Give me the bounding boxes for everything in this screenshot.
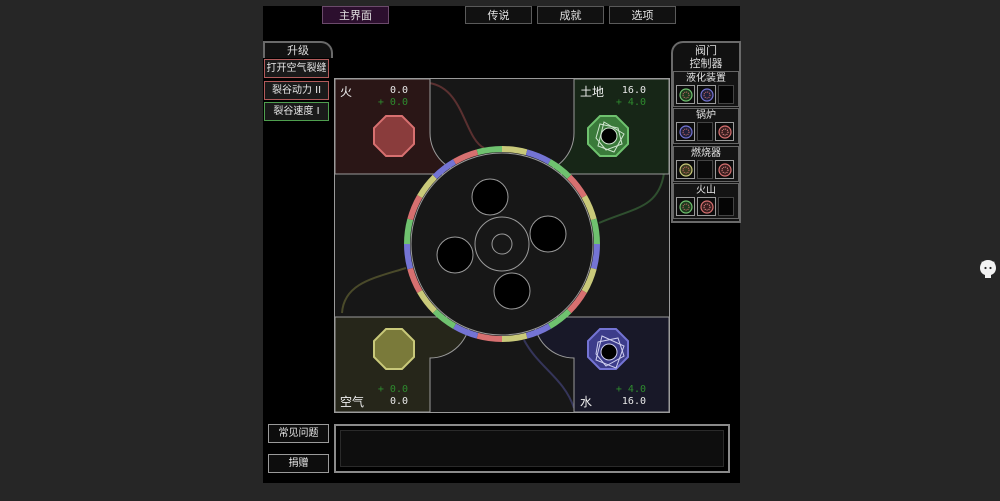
valve-burner: 燃烧器 xyxy=(673,146,739,182)
valve-liquefier: 液化装置 xyxy=(673,71,739,107)
valve-controller-header: 阀门 控制器 xyxy=(671,41,741,70)
valve-title-line1: 阀门 xyxy=(695,44,717,57)
message-log-inner xyxy=(340,430,724,467)
valve-slot[interactable] xyxy=(697,160,713,179)
valve-label: 燃烧器 xyxy=(691,148,721,159)
water-rune-icon xyxy=(678,124,693,139)
water-rune-icon xyxy=(699,87,714,102)
valve-label: 锅炉 xyxy=(696,110,716,121)
water-amount: 16.0 xyxy=(621,396,646,407)
ring-segment xyxy=(590,218,600,245)
upgrades-title: 升级 xyxy=(287,44,309,57)
rift-board xyxy=(334,78,670,413)
air-shrine-icon[interactable] xyxy=(373,328,415,370)
valve-label: 火山 xyxy=(696,185,716,196)
rift-socket-top[interactable] xyxy=(471,178,509,216)
earth-name: 土地 xyxy=(580,85,605,99)
rift-socket-right[interactable] xyxy=(529,215,567,253)
air-rune-icon xyxy=(678,162,693,177)
upgrade-rift-power-2[interactable]: 裂谷动力 II xyxy=(264,81,329,100)
earth-amount: 16.0 xyxy=(621,85,646,96)
fire-amount: 0.0 xyxy=(389,85,408,96)
ring-segment xyxy=(476,146,503,156)
valve-earth-button[interactable] xyxy=(676,85,695,104)
rift-wheel xyxy=(410,152,594,336)
valve-volcano: 火山 xyxy=(673,183,739,219)
air-name: 空气 xyxy=(340,395,365,409)
valve-fire-button[interactable] xyxy=(715,160,734,179)
upgrade-rift-speed-1[interactable]: 裂谷速度 I xyxy=(264,102,329,121)
tab-legend[interactable]: 传说 xyxy=(465,6,532,24)
fire-rate: + 0.0 xyxy=(377,97,408,108)
upgrades-header: 升级 xyxy=(263,41,333,58)
valve-water-button[interactable] xyxy=(676,122,695,141)
ring-segment xyxy=(501,332,528,342)
valve-boiler: 锅炉 xyxy=(673,108,739,144)
valve-label: 液化装置 xyxy=(686,73,726,84)
ring-segment xyxy=(501,146,528,156)
valve-slot[interactable] xyxy=(697,122,713,141)
valve-earth-button[interactable] xyxy=(676,197,695,216)
fire-shrine-icon[interactable] xyxy=(373,115,415,157)
valve-water-button[interactable] xyxy=(697,85,716,104)
tab-achievements[interactable]: 成就 xyxy=(537,6,604,24)
ring-segment xyxy=(404,243,414,270)
valve-air-button[interactable] xyxy=(676,160,695,179)
valve-fire-button[interactable] xyxy=(715,122,734,141)
tab-options[interactable]: 选项 xyxy=(609,6,676,24)
fire-rune-icon xyxy=(717,162,732,177)
valve-slot[interactable] xyxy=(718,197,734,216)
earth-rune-icon xyxy=(678,199,693,214)
ring-segment xyxy=(476,332,503,342)
rift-socket-left[interactable] xyxy=(436,236,474,274)
message-log xyxy=(334,424,730,473)
github-cat-icon[interactable] xyxy=(978,259,998,279)
water-name: 水 xyxy=(580,395,593,409)
upgrade-open-air-rift[interactable]: 打开空气裂缝 xyxy=(264,59,329,78)
fire-rune-icon xyxy=(699,199,714,214)
ring-segment xyxy=(590,243,600,270)
valve-slot[interactable] xyxy=(718,85,734,104)
air-rate: + 0.0 xyxy=(377,384,408,395)
earth-rune-icon xyxy=(678,87,693,102)
fire-rune-icon xyxy=(717,124,732,139)
air-amount: 0.0 xyxy=(389,396,408,407)
water-rate: + 4.0 xyxy=(615,384,646,395)
ring-segment xyxy=(404,218,414,245)
faq-button[interactable]: 常见问题 xyxy=(268,424,329,443)
donate-button[interactable]: 捐赠 xyxy=(268,454,329,473)
fire-name: 火 xyxy=(340,85,353,99)
rift-socket-bottom[interactable] xyxy=(493,272,531,310)
tab-main[interactable]: 主界面 xyxy=(322,6,389,24)
valve-fire-button[interactable] xyxy=(697,197,716,216)
earth-rate: + 4.0 xyxy=(615,97,646,108)
